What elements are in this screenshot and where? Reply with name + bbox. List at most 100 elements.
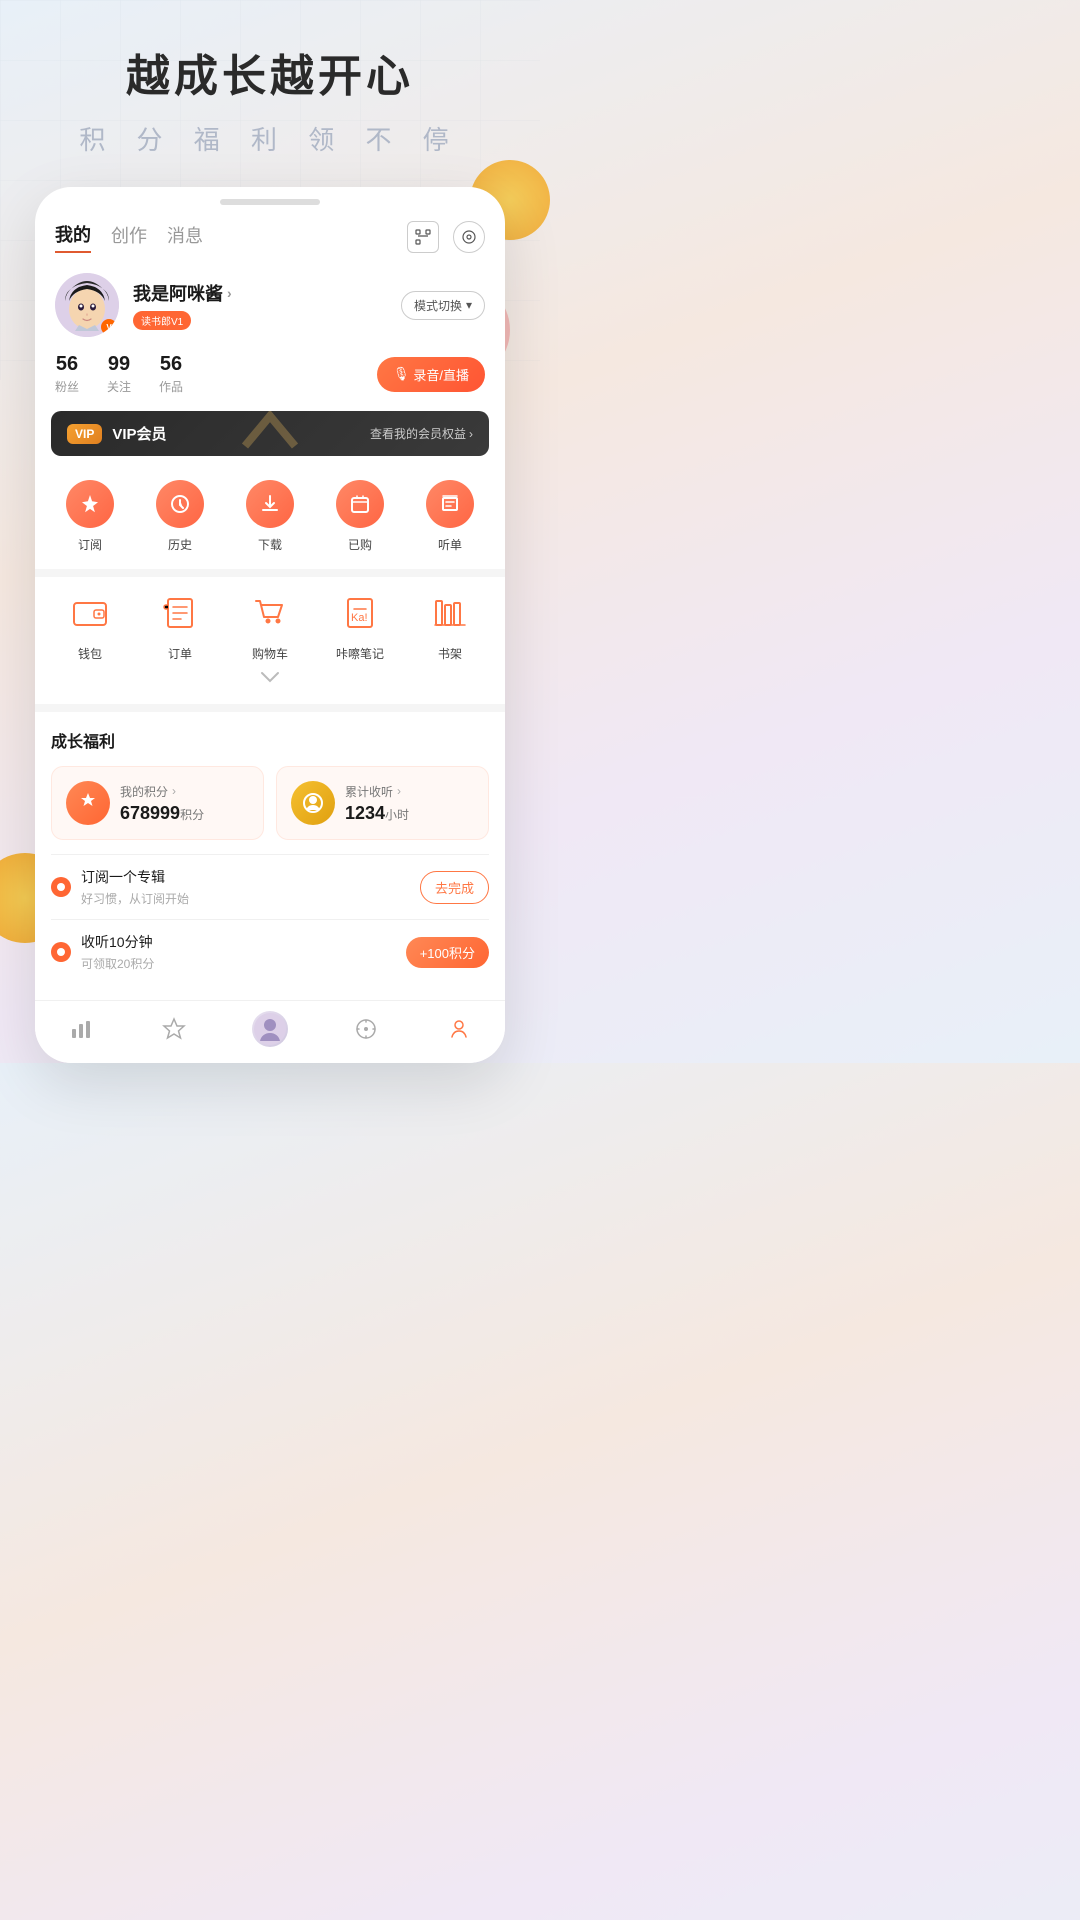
vip-banner[interactable]: VIP VIP会员 查看我的会员权益 › [51, 411, 489, 456]
vip-badge: VIP [67, 424, 102, 444]
history-label: 历史 [168, 536, 192, 553]
section-divider-2 [35, 704, 505, 712]
playlist-label: 听单 [438, 536, 462, 553]
points-value: 678999积分 [120, 803, 204, 824]
task-btn-1[interactable]: 去完成 [420, 871, 489, 904]
scan-icon[interactable] [407, 221, 439, 253]
subscribe-label: 订阅 [78, 536, 102, 553]
quick-actions-section: 订阅 历史 [35, 472, 505, 569]
cart-icon [246, 589, 294, 637]
playlist-icon [426, 480, 474, 528]
download-label: 下载 [258, 536, 282, 553]
task-info-2: 收听10分钟 可领取20积分 [81, 932, 406, 972]
nav-center-avatar [252, 1011, 288, 1047]
points-label: 我的积分 › [120, 783, 204, 800]
listen-card[interactable]: 累计收听 › 1234小时 [276, 766, 489, 840]
svg-text:Ka!: Ka! [351, 612, 368, 624]
tab-icon-group [407, 221, 485, 253]
task-subscribe: 订阅一个专辑 好习惯，从订阅开始 去完成 [51, 854, 489, 919]
vip-text: VIP会员 [112, 423, 166, 444]
profile-name[interactable]: 我是阿咪酱 › [133, 280, 232, 306]
wallet-icon [66, 589, 114, 637]
history-icon [156, 480, 204, 528]
task-icon-1 [51, 877, 71, 897]
tab-bar: 我的 创作 消息 [35, 205, 505, 261]
download-icon [246, 480, 294, 528]
listen-icon [291, 781, 335, 825]
action-playlist[interactable]: 听单 [405, 480, 495, 553]
profile-name-arrow: › [227, 285, 232, 301]
task-listen: 收听10分钟 可领取20积分 +100积分 [51, 919, 489, 984]
bookshelf-icon [426, 589, 474, 637]
follow-stat[interactable]: 99 关注 [107, 353, 131, 395]
stats-row: 56 粉丝 99 关注 56 作品 🎙 录音/直播 [35, 353, 505, 411]
nav-explore-icon [160, 1015, 188, 1043]
mode-switch-button[interactable]: 模式切换 ▾ [401, 291, 485, 320]
header-title: 越成长越开心 [20, 40, 520, 104]
app-content: 我的 创作 消息 [35, 205, 505, 1063]
record-button[interactable]: 🎙 录音/直播 [377, 357, 485, 392]
task-title-2: 收听10分钟 [81, 932, 406, 952]
nav-discover[interactable] [352, 1015, 380, 1043]
growth-cards: 我的积分 › 678999积分 [51, 766, 489, 840]
nav-my[interactable] [445, 1015, 473, 1043]
action-download[interactable]: 下载 [225, 480, 315, 553]
order-label: 订单 [168, 645, 192, 662]
actions-row-1: 订阅 历史 [45, 480, 495, 553]
bookshelf-label: 书架 [438, 645, 462, 662]
listen-value: 1234小时 [345, 803, 409, 824]
cart-label: 购物车 [252, 645, 288, 662]
tab-create[interactable]: 创作 [111, 222, 147, 252]
expand-arrow[interactable] [45, 662, 495, 696]
fans-label: 粉丝 [55, 378, 79, 395]
dropdown-icon: ▾ [466, 298, 472, 312]
vip-rights-link[interactable]: 查看我的会员权益 › [370, 425, 473, 442]
growth-section: 成长福利 我的积分 › 678999积 [35, 712, 505, 1000]
growth-section-title: 成长福利 [51, 728, 489, 752]
listen-label: 累计收听 › [345, 783, 409, 800]
nav-discover-icon [352, 1015, 380, 1043]
fans-count: 56 [55, 353, 79, 376]
subscribe-icon [66, 480, 114, 528]
nav-explore[interactable] [160, 1015, 188, 1043]
action-bookshelf[interactable]: 书架 [405, 589, 495, 662]
task-desc-2: 可领取20积分 [81, 955, 406, 972]
profile-left: V 我是阿咪酱 › 读书郎V1 [55, 273, 232, 337]
points-card[interactable]: 我的积分 › 678999积分 [51, 766, 264, 840]
follow-label: 关注 [107, 378, 131, 395]
action-subscribe[interactable]: 订阅 [45, 480, 135, 553]
purchased-icon [336, 480, 384, 528]
fans-stat[interactable]: 56 粉丝 [55, 353, 79, 395]
follow-count: 99 [107, 353, 131, 376]
task-info-1: 订阅一个专辑 好习惯，从订阅开始 [81, 867, 420, 907]
header-subtitle: 积 分 福 利 领 不 停 [20, 120, 520, 157]
action-history[interactable]: 历史 [135, 480, 225, 553]
works-stat[interactable]: 56 作品 [159, 353, 183, 395]
action-purchased[interactable]: 已购 [315, 480, 405, 553]
works-count: 56 [159, 353, 183, 376]
tab-messages[interactable]: 消息 [167, 222, 203, 252]
mic-icon: 🎙 [393, 366, 410, 382]
nav-home[interactable] [67, 1015, 95, 1043]
vip-banner-left: VIP VIP会员 [67, 423, 167, 444]
task-btn-2[interactable]: +100积分 [406, 937, 489, 968]
settings-icon[interactable] [453, 221, 485, 253]
notes-label: 咔嚓笔记 [336, 645, 384, 662]
order-icon [156, 589, 204, 637]
header-section: 越成长越开心 积 分 福 利 领 不 停 [0, 0, 540, 187]
nav-center[interactable] [252, 1011, 288, 1047]
profile-info: 我是阿咪酱 › 读书郎V1 [133, 280, 232, 330]
nav-my-icon [445, 1015, 473, 1043]
action-notes[interactable]: Ka! 咔嚓笔记 [315, 589, 405, 662]
bottom-nav [35, 1000, 505, 1063]
vip-avatar-badge: V [101, 319, 117, 335]
notes-icon: Ka! [336, 589, 384, 637]
phone-mockup: 我的 创作 消息 [35, 187, 505, 1063]
action-cart[interactable]: 购物车 [225, 589, 315, 662]
tab-my[interactable]: 我的 [55, 221, 91, 253]
action-wallet[interactable]: 钱包 [45, 589, 135, 662]
avatar[interactable]: V [55, 273, 119, 337]
purchased-label: 已购 [348, 536, 372, 553]
action-order[interactable]: 订单 [135, 589, 225, 662]
second-actions-section: 钱包 订单 [35, 577, 505, 704]
